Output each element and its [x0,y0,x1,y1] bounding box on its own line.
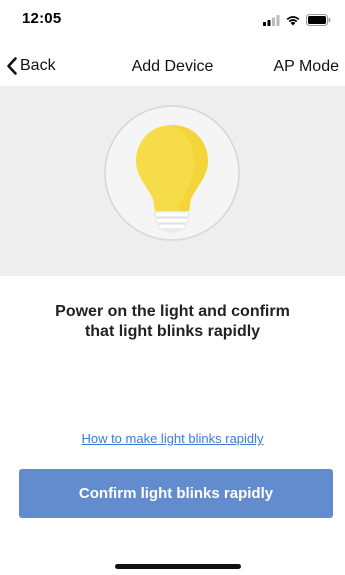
instruction-line-1: Power on the light and confirm [55,303,290,320]
hero-banner [0,86,345,276]
instruction-line-2: that light blinks rapidly [84,323,261,340]
instruction-text: Power on the light and confirm that ligh… [30,302,315,342]
status-icons [263,14,331,26]
wifi-icon [286,16,300,26]
signal-icon [263,14,280,26]
navigation-bar: Back Add Device AP Mode [0,50,345,86]
add-device-screen: 12:05 Back Add Device AP Mode Power on t… [0,0,345,575]
ap-mode-button[interactable]: AP Mode [273,58,339,76]
status-time: 12:05 [22,10,62,27]
help-link[interactable]: How to make light blinks rapidly [0,431,345,446]
status-bar: 12:05 [0,0,345,44]
confirm-button[interactable]: Confirm light blinks rapidly [19,469,333,518]
battery-icon [306,14,331,26]
lightbulb-icon [104,105,240,241]
lightbulb-illustration [102,103,242,243]
home-indicator [115,564,241,569]
